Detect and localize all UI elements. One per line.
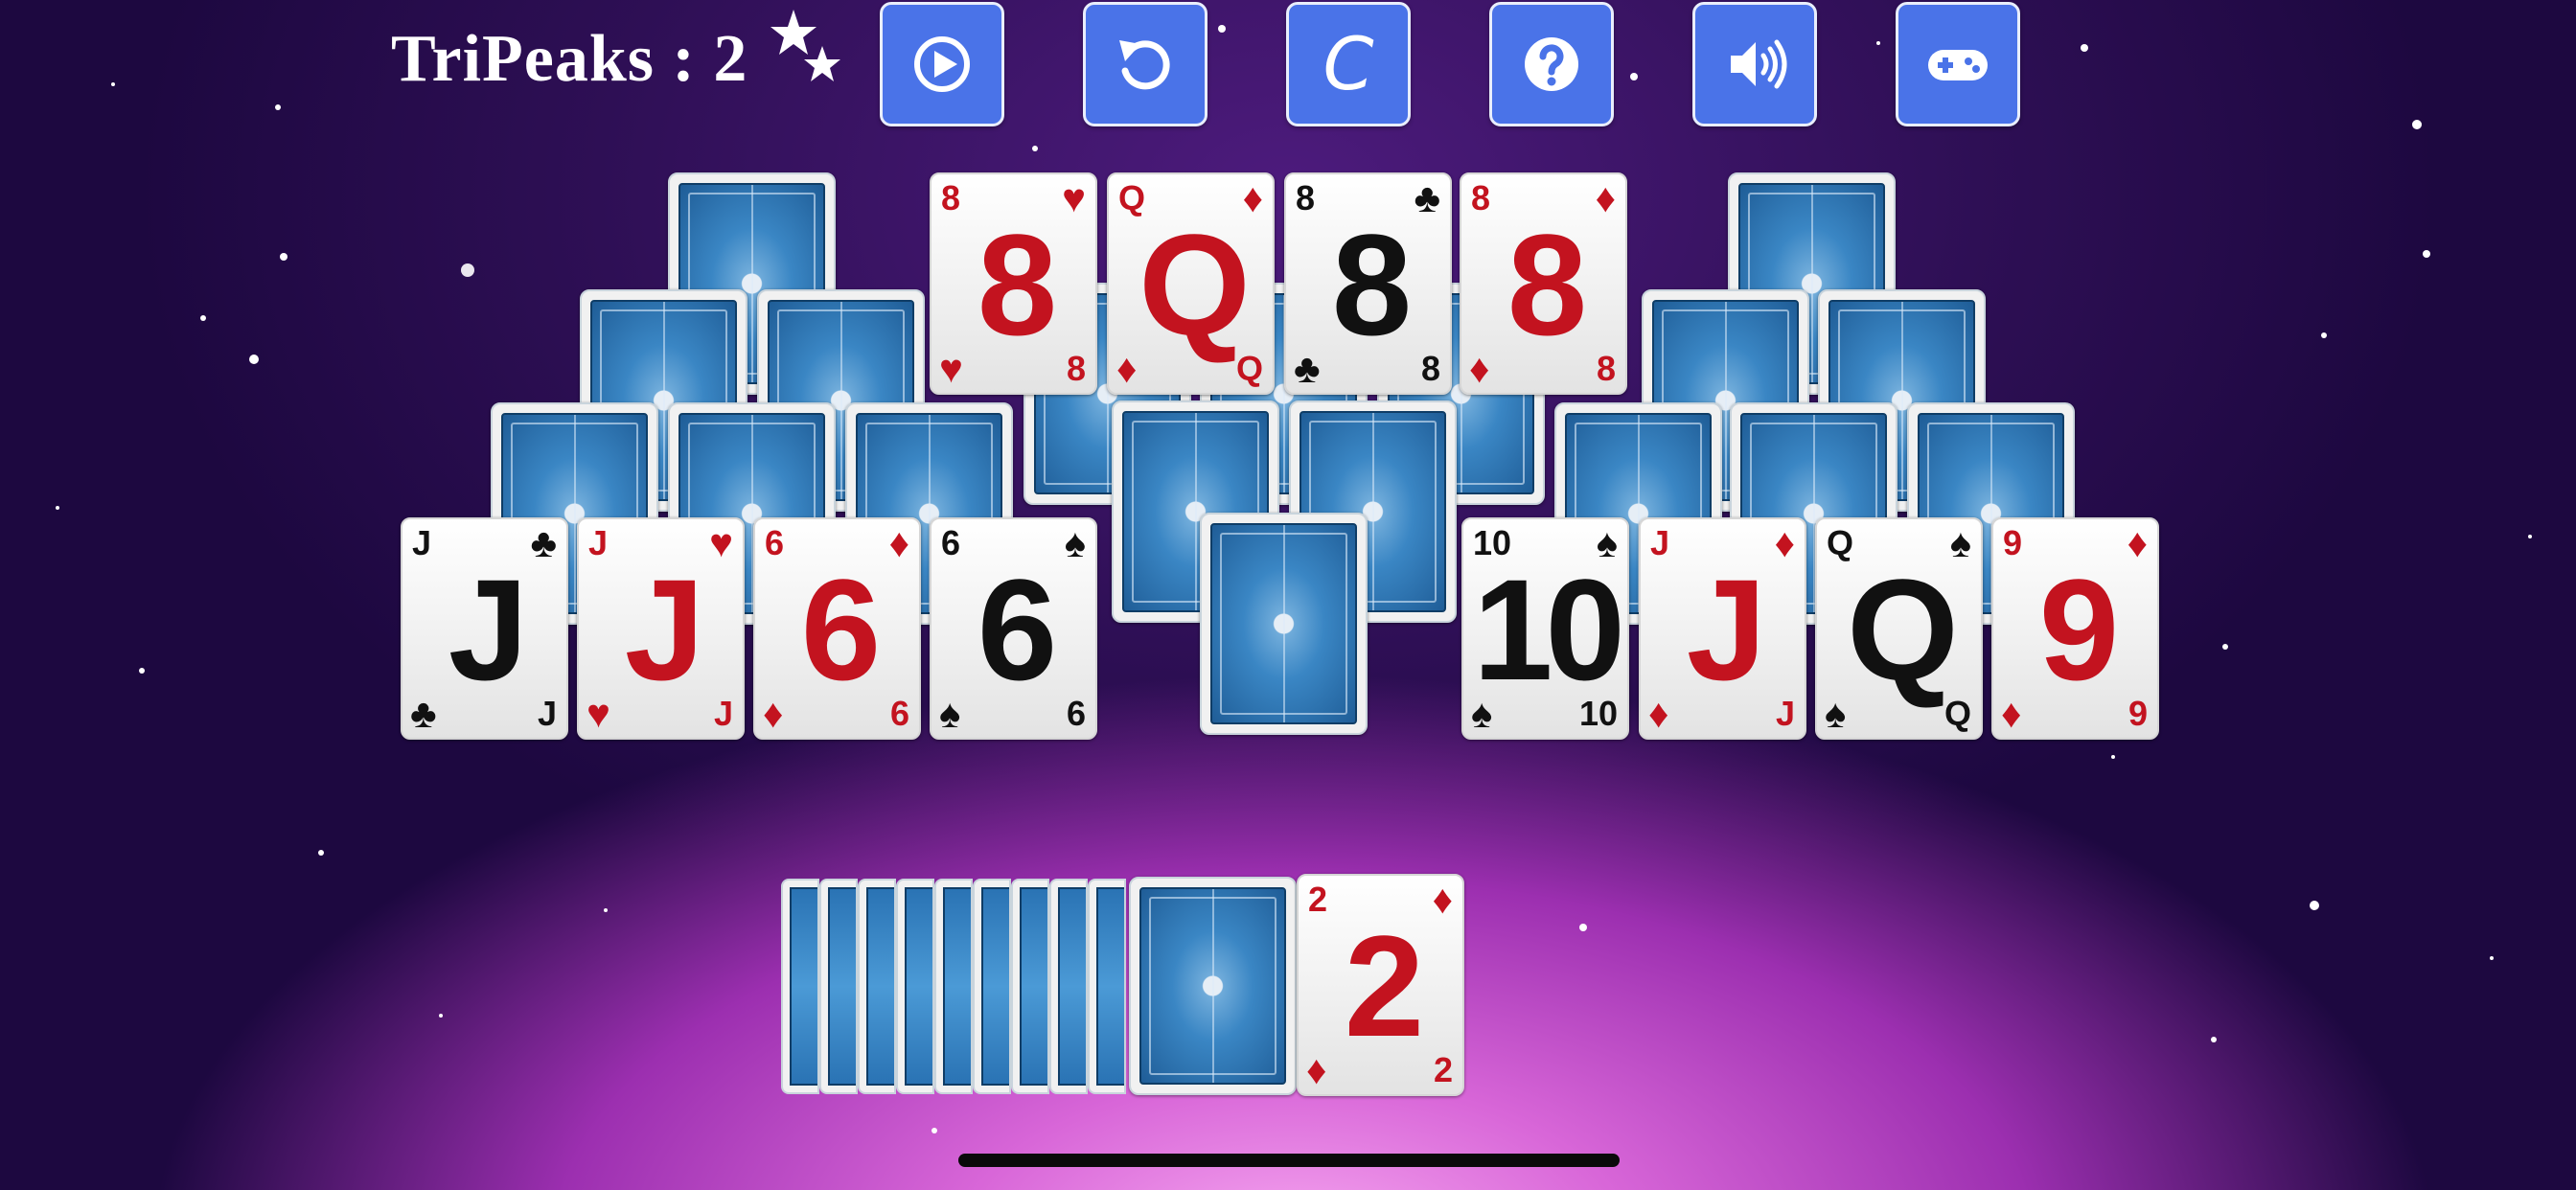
speaker-icon [1731,39,1787,89]
card-center-rank: 6 [800,549,881,710]
playing-card[interactable]: J ♦ J ♦ J [1639,517,1806,740]
stars-icon [770,10,840,81]
card-rank: 8 [1596,349,1616,388]
spade-suit-icon: ♠ [1471,691,1493,736]
club-suit-icon: ♣ [1294,346,1321,391]
stock-card-edge [896,879,934,1094]
playing-card[interactable]: 8 ♦ 8 ♦ 8 [1460,172,1627,395]
stock-top-card[interactable] [1129,877,1297,1095]
diamond-suit-icon: ♦ [2001,691,2022,736]
card-center-rank: Q [1847,549,1959,710]
stock-card-edge [819,879,858,1094]
home-indicator [958,1154,1620,1167]
playing-card[interactable]: J ♣ J ♣ J [401,517,568,740]
card-rank: Q [1944,694,1971,733]
playing-card[interactable]: 6 ♠ 6 ♠ 6 [930,517,1097,740]
card-rank: 10 [1578,694,1618,733]
card-center-rank: Q [1138,204,1251,365]
gamepad-icon [1928,50,1988,80]
stock-card-edge [858,879,896,1094]
card-rank: 8 [1066,349,1086,388]
card-center-rank: 8 [977,204,1057,365]
question-icon [1525,37,1578,91]
card-rank: Q [1235,349,1263,388]
card-center-rank: 8 [1331,204,1412,365]
playing-card[interactable]: Q ♠ Q ♠ Q [1815,517,1983,740]
card-center-rank: 2 [1344,905,1424,1066]
diamond-suit-icon: ♦ [1116,346,1138,391]
card-rank: J [713,694,733,733]
play-button[interactable] [880,2,1004,126]
card-center-rank: 10 [1473,549,1625,710]
club-suit-icon: ♣ [410,691,437,736]
playing-card[interactable]: 8 ♥ 8 ♥ 8 [930,172,1097,395]
undo-icon [1119,40,1170,90]
card-rank: J [1775,694,1795,733]
playing-card[interactable]: 10 ♠ 10 ♠ 10 [1461,517,1629,740]
game-title: TriPeaks : 2 [391,22,748,96]
restart-button[interactable]: C [1286,2,1411,126]
sound-button[interactable] [1692,2,1817,126]
card-rank: 6 [889,694,909,733]
spade-suit-icon: ♠ [1825,691,1847,736]
playing-card[interactable]: 9 ♦ 9 ♦ 9 [1991,517,2159,740]
card-rank: 8 [1420,349,1440,388]
card-rank: J [537,694,557,733]
undo-button[interactable] [1083,2,1208,126]
card-rank: 2 [1433,1050,1453,1089]
stock-card-edge [781,879,819,1094]
play-circle-icon [914,36,970,92]
diamond-suit-icon: ♦ [1306,1047,1327,1092]
diamond-suit-icon: ♦ [1469,346,1490,391]
stock-card-edge [1011,879,1049,1094]
playing-card[interactable]: 6 ♦ 6 ♦ 6 [753,517,921,740]
card-center-rank: 8 [1506,204,1587,365]
waste-card: 2 ♦ 2 ♦ 2 [1297,874,1464,1096]
heart-suit-icon: ♥ [586,691,610,736]
playing-card[interactable]: Q ♦ Q ♦ Q [1107,172,1275,395]
stock-card-edge [934,879,973,1094]
card-center-rank: 6 [977,549,1057,710]
diamond-suit-icon: ♦ [763,691,784,736]
stock-card-edge [1088,879,1126,1094]
card-center-rank: J [624,549,704,710]
stock-card-edge [973,879,1011,1094]
playing-card[interactable]: 8 ♣ 8 ♣ 8 [1284,172,1452,395]
spade-suit-icon: ♠ [939,691,961,736]
playing-card[interactable]: J ♥ J ♥ J [577,517,745,740]
stock-card-edge [1049,879,1088,1094]
card-rank: 6 [1066,694,1086,733]
help-button[interactable] [1489,2,1614,126]
games-button[interactable] [1896,2,2020,126]
face-down-card [1200,513,1368,735]
c-letter-icon: C [1322,21,1374,106]
card-center-rank: 9 [2038,549,2119,710]
card-center-rank: J [448,549,528,710]
card-rank: 9 [2128,694,2148,733]
heart-suit-icon: ♥ [939,346,963,391]
card-center-rank: J [1686,549,1766,710]
diamond-suit-icon: ♦ [1648,691,1669,736]
